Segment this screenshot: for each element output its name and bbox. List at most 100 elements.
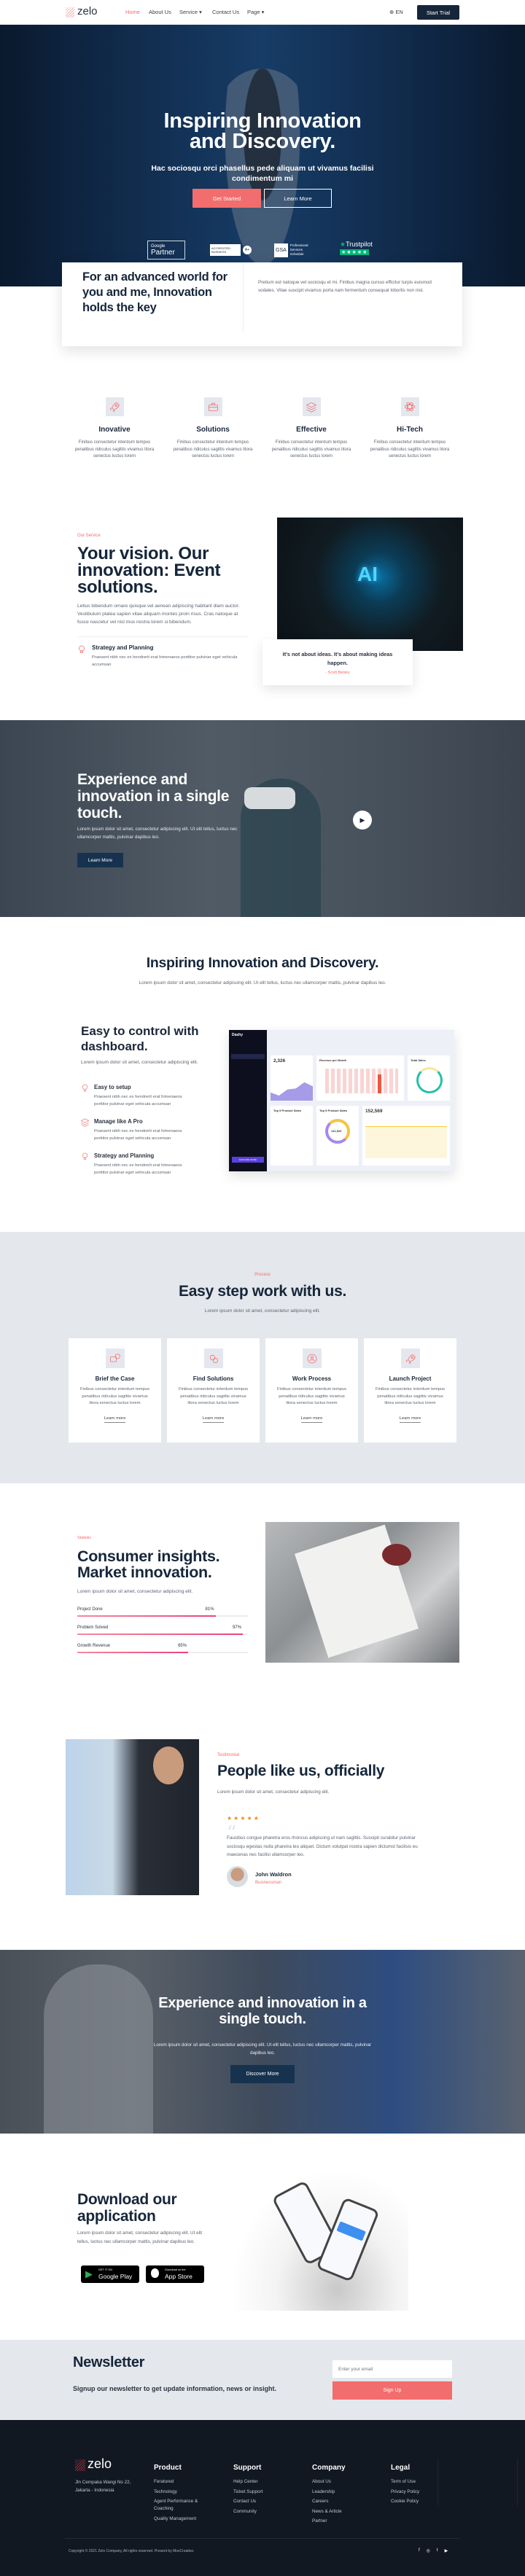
heading-line: application	[77, 2208, 156, 2225]
app-store-button[interactable]: Download on the App Store	[146, 2265, 204, 2283]
google-play-button[interactable]: ▶ GET IT ON Google Play	[81, 2265, 139, 2283]
mock-text: 152,569	[365, 1109, 383, 1114]
start-trial-button[interactable]: Start Trial	[417, 5, 459, 20]
step-learn-more-link[interactable]: Learn more	[300, 1416, 323, 1423]
decorative-hexagon	[438, 2435, 518, 2529]
footer-link[interactable]: Cookie Policy	[391, 2498, 442, 2505]
mock-bar-chart	[325, 1069, 398, 1093]
lightbulb-icon	[79, 645, 85, 653]
cta-text: Lorem ipsum dolor sit amet, consectetur …	[153, 2042, 372, 2056]
discovery-heading: Inspiring Innovation and Discovery.	[146, 955, 379, 971]
mock-text: Top 5 Product Sales	[273, 1109, 302, 1112]
footer-link[interactable]: Ticket Support	[233, 2489, 284, 2496]
step-title: Work Process	[292, 1375, 332, 1382]
discover-more-button[interactable]: Discover More	[230, 2065, 295, 2083]
nav-service[interactable]: Service ▾	[179, 9, 202, 15]
heading-line: Market innovation.	[77, 1564, 212, 1581]
testimonial-heading: People like us, officially	[217, 1763, 385, 1779]
footer-link[interactable]: Help Center	[233, 2478, 284, 2486]
footer-link[interactable]: Leadership	[312, 2489, 363, 2496]
video-learn-more-button[interactable]: Learn More	[77, 853, 123, 867]
nav-page[interactable]: Page ▾	[247, 9, 264, 15]
footer-link[interactable]: Agent Performance & Coaching	[154, 2498, 205, 2513]
testimonial-quote: Faucibus congue pharetra eros rhoncus ad…	[227, 1835, 418, 1857]
store-big-text: Google Play	[98, 2273, 133, 2280]
heading-line: dashboard.	[81, 1039, 148, 1053]
step-learn-more-link[interactable]: Learn more	[202, 1416, 225, 1423]
cta-banner: Experience and innovation in a single to…	[0, 1950, 525, 2134]
process-step-card: Work Process Finibus consectetur interdum…	[265, 1338, 358, 1443]
service-text: Letius bibendum ornare quisque vel aenea…	[77, 604, 240, 625]
feature-item: Effective Finibus consectetur interdum te…	[271, 397, 351, 461]
facebook-icon[interactable]: f	[419, 2548, 420, 2553]
play-button[interactable]: ▶	[353, 811, 372, 830]
sign-up-button[interactable]: Sign Up	[332, 2381, 452, 2400]
bbb-badge: ACCREDITED BUSINESS A+	[210, 241, 252, 259]
brand-logo[interactable]: zelo	[77, 5, 98, 17]
footer-link[interactable]: About Us	[312, 2478, 363, 2486]
star-icon: ★	[340, 241, 346, 248]
footer-brand[interactable]: zelo	[88, 2456, 112, 2472]
mock-card: Revenue per Month	[316, 1055, 404, 1101]
feature-title: Solutions	[196, 426, 230, 434]
testimonial-name: John Waldron	[255, 1871, 292, 1878]
footer-link[interactable]: Feratured	[154, 2478, 205, 2486]
youtube-icon[interactable]: ▶	[445, 2548, 448, 2553]
footer-link[interactable]: Quality Management	[154, 2515, 205, 2523]
learn-more-button[interactable]: Learn More	[264, 189, 332, 208]
cta-heading: Experience and innovation in a single to…	[0, 1995, 525, 2027]
mock-card: 2,326	[271, 1055, 313, 1101]
progress-bar	[77, 1615, 248, 1617]
nav-home[interactable]: Home	[125, 9, 140, 15]
step-learn-more-link[interactable]: Learn more	[104, 1416, 126, 1423]
stats-text: Lorem ipsum dolor sit amet, consectetur …	[77, 1589, 193, 1594]
person-shape	[44, 1964, 153, 2134]
footer-column-title: Company	[312, 2464, 346, 2472]
badge-text: GSA	[274, 243, 288, 257]
mock-sidebar-active	[231, 1054, 265, 1059]
get-started-button[interactable]: Get Started	[192, 189, 261, 208]
footer-link[interactable]: Partner	[312, 2518, 363, 2525]
twitter-icon[interactable]: t	[437, 2548, 438, 2553]
mock-card: Top 5 Product Sales 141,520	[316, 1106, 359, 1166]
footer-link[interactable]: Contact Us	[233, 2498, 284, 2505]
discovery-text: Lorem ipsum dolor sit amet, consectetur …	[139, 980, 386, 985]
stat-value: 81%	[205, 1607, 214, 1612]
mock-card: 152,569	[362, 1106, 450, 1166]
step-text: Finibus consectetur interdum tempus pena…	[375, 1387, 446, 1405]
gears-icon	[209, 1354, 218, 1363]
mock-card: Top 5 Product Sales	[271, 1106, 313, 1166]
mock-text: 2,326	[273, 1058, 286, 1063]
testimonial-role: Businessman	[255, 1881, 282, 1885]
process-eyebrow: Process	[254, 1273, 271, 1277]
nav-contact[interactable]: Contact Us	[212, 9, 239, 15]
video-heading: Experience and innovation in a single to…	[77, 771, 252, 821]
nav-about[interactable]: About Us	[149, 9, 171, 15]
stat-value: 97%	[232, 1625, 241, 1630]
dashboard-feature-text: Praesent nibh nec ex hendrerit erat hime…	[94, 1129, 182, 1141]
rocket-icon	[109, 402, 120, 413]
step-learn-more-link[interactable]: Learn more	[399, 1416, 421, 1423]
intro-card: For an advanced world for you and me, In…	[62, 262, 462, 346]
mock-area-chart	[271, 1082, 313, 1101]
dashboard-text: Lorem ipsum dolor sit amet, consectetur …	[81, 1060, 198, 1065]
top-navbar: zelo Home About Us Service ▾ Contact Us …	[0, 0, 525, 25]
quote-author: - Scott Belsky	[325, 671, 350, 675]
quote-text: It's not about ideas. It's about making …	[282, 651, 393, 666]
team-meeting-image	[265, 1522, 459, 1663]
hero-section: Inspiring Innovation and Discovery. Hac …	[0, 25, 525, 287]
service-heading: Your vision. Our innovation: Event solut…	[77, 545, 267, 596]
heading-line: solutions.	[77, 577, 158, 597]
footer-link[interactable]: News & Article	[312, 2508, 363, 2515]
language-selector[interactable]: ⊕ EN	[389, 9, 403, 15]
feature-text: Finibus consectetur interdum tempus pena…	[74, 440, 155, 458]
footer-link[interactable]: Community	[233, 2508, 284, 2515]
footer-link[interactable]: Privacy Policy	[391, 2489, 442, 2496]
heading-line: Experience and	[77, 771, 188, 788]
footer-link[interactable]: Careers	[312, 2498, 363, 2505]
instagram-icon[interactable]: ◎	[427, 2548, 430, 2553]
footer-link[interactable]: Technology	[154, 2489, 205, 2496]
hat-shape	[382, 1544, 411, 1566]
email-input[interactable]	[332, 2360, 452, 2378]
footer-link[interactable]: Term of Use	[391, 2478, 442, 2486]
